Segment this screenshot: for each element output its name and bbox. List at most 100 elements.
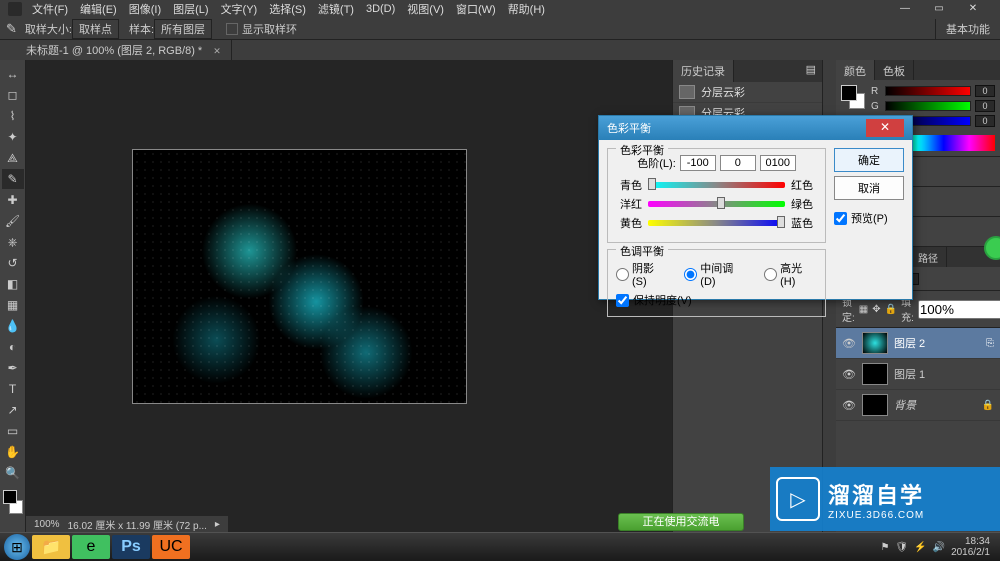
chevron-right-icon[interactable]: ▸: [215, 519, 220, 530]
layer-name[interactable]: 背景: [894, 397, 916, 413]
cyan-red-slider[interactable]: [648, 182, 785, 188]
layer-row[interactable]: 👁 图层 2 ⎘: [836, 328, 1000, 359]
pen-tool[interactable]: ✒: [2, 358, 24, 378]
menu-image[interactable]: 图像(I): [129, 1, 161, 17]
link-icon[interactable]: ⎘: [986, 338, 994, 349]
path-tool[interactable]: ↗: [2, 400, 24, 420]
document-tab[interactable]: 未标题-1 @ 100% (图层 2, RGB/8) * ✕: [16, 40, 232, 60]
layer-thumbnail[interactable]: [862, 394, 888, 416]
preserve-luminosity-checkbox[interactable]: [616, 294, 629, 307]
marquee-tool[interactable]: ◻: [2, 85, 24, 105]
maximize-icon[interactable]: ▭: [932, 3, 946, 16]
taskbar-browser[interactable]: e: [72, 535, 110, 559]
color-swatches[interactable]: [3, 490, 23, 514]
taskbar-uc[interactable]: UC: [152, 535, 190, 559]
gradient-tool[interactable]: ▦: [2, 295, 24, 315]
level-cyan-input[interactable]: [680, 155, 716, 171]
power-status-pill[interactable]: 正在使用交流电: [618, 513, 744, 531]
zoom-tool[interactable]: 🔍: [2, 463, 24, 483]
panel-menu-icon[interactable]: ▤: [800, 60, 822, 82]
tray-shield-icon[interactable]: 🛡: [895, 542, 908, 553]
layer-thumbnail[interactable]: [862, 363, 888, 385]
show-sample-checkbox[interactable]: [226, 23, 238, 35]
layer-name[interactable]: 图层 2: [894, 335, 925, 351]
dialog-close-button[interactable]: ✕: [866, 119, 904, 137]
visibility-icon[interactable]: 👁: [842, 368, 856, 381]
dodge-tool[interactable]: ◐: [2, 337, 24, 357]
level-magenta-input[interactable]: [720, 155, 756, 171]
stamp-tool[interactable]: ⎈: [2, 232, 24, 252]
zoom-level[interactable]: 100%: [34, 519, 60, 530]
menu-filter[interactable]: 滤镜(T): [318, 1, 354, 17]
heal-tool[interactable]: ✚: [2, 190, 24, 210]
dialog-titlebar[interactable]: 色彩平衡 ✕: [599, 116, 912, 140]
menu-file[interactable]: 文件(F): [32, 1, 68, 17]
menu-select[interactable]: 选择(S): [269, 1, 306, 17]
history-brush-tool[interactable]: ↺: [2, 253, 24, 273]
eyedropper-icon[interactable]: ✎: [6, 21, 17, 37]
swatches-tab[interactable]: 色板: [875, 60, 914, 80]
r-value[interactable]: 0: [975, 85, 995, 97]
highlights-radio[interactable]: 高光(H): [764, 260, 817, 288]
yellow-blue-slider[interactable]: [648, 220, 785, 226]
r-slider[interactable]: [885, 86, 971, 96]
midtones-radio[interactable]: 中间调(D): [684, 260, 748, 288]
cancel-button[interactable]: 取消: [834, 176, 904, 200]
sample-size-select[interactable]: 取样点: [72, 19, 119, 39]
menu-3d[interactable]: 3D(D): [366, 3, 395, 15]
fill-input[interactable]: [918, 300, 1000, 319]
menu-window[interactable]: 窗口(W): [456, 1, 496, 17]
workspace-selector[interactable]: 基本功能: [935, 19, 1000, 39]
foreground-swatch[interactable]: [3, 490, 17, 504]
menu-view[interactable]: 视图(V): [407, 1, 444, 17]
color-tab[interactable]: 颜色: [836, 60, 875, 80]
b-value[interactable]: 0: [975, 115, 995, 127]
eraser-tool[interactable]: ◧: [2, 274, 24, 294]
g-slider[interactable]: [885, 101, 971, 111]
wand-tool[interactable]: ✦: [2, 127, 24, 147]
history-tab[interactable]: 历史记录: [673, 60, 734, 82]
preserve-luminosity-label: 保持明度(V): [633, 292, 692, 308]
tray-flag-icon[interactable]: ⚑: [880, 542, 889, 553]
preview-checkbox[interactable]: [834, 212, 847, 225]
layer-name[interactable]: 图层 1: [894, 366, 925, 382]
ok-button[interactable]: 确定: [834, 148, 904, 172]
paths-tab[interactable]: 路径: [910, 247, 947, 267]
menu-help[interactable]: 帮助(H): [508, 1, 545, 17]
history-item[interactable]: 分层云彩: [673, 82, 822, 103]
magenta-green-slider[interactable]: [648, 201, 785, 207]
brush-tool[interactable]: 🖌: [2, 211, 24, 231]
move-tool[interactable]: ↔: [2, 64, 24, 84]
panel-fg-swatch[interactable]: [841, 85, 857, 101]
toolbox: ↔ ◻ ⌇ ✦ ⟁ ✎ ✚ 🖌 ⎈ ↺ ◧ ▦ 💧 ◐ ✒ T ↗ ▭ ✋ 🔍: [0, 60, 26, 532]
layer-thumbnail[interactable]: [862, 332, 888, 354]
type-tool[interactable]: T: [2, 379, 24, 399]
tray-network-icon[interactable]: ⚡: [914, 542, 926, 553]
shadows-radio[interactable]: 阴影(S): [616, 260, 668, 288]
sample-select[interactable]: 所有图层: [154, 19, 212, 39]
g-value[interactable]: 0: [975, 100, 995, 112]
layer-row[interactable]: 👁 图层 1: [836, 359, 1000, 390]
taskbar-explorer[interactable]: 📁: [32, 535, 70, 559]
shape-tool[interactable]: ▭: [2, 421, 24, 441]
close-tab-icon[interactable]: ✕: [213, 46, 221, 56]
menu-edit[interactable]: 编辑(E): [80, 1, 117, 17]
minimize-icon[interactable]: —: [898, 3, 912, 16]
canvas[interactable]: [132, 149, 467, 404]
layer-row[interactable]: 👁 背景 🔒: [836, 390, 1000, 421]
blur-tool[interactable]: 💧: [2, 316, 24, 336]
hand-tool[interactable]: ✋: [2, 442, 24, 462]
visibility-icon[interactable]: 👁: [842, 337, 856, 350]
menu-layer[interactable]: 图层(L): [173, 1, 208, 17]
tray-clock[interactable]: 18:34 2016/2/1: [951, 536, 990, 558]
visibility-icon[interactable]: 👁: [842, 399, 856, 412]
start-button[interactable]: ⊞: [4, 534, 30, 560]
tray-volume-icon[interactable]: 🔊: [933, 542, 945, 553]
taskbar-photoshop[interactable]: Ps: [112, 535, 150, 559]
eyedropper-tool[interactable]: ✎: [2, 169, 24, 189]
close-icon[interactable]: ✕: [966, 3, 980, 16]
menu-type[interactable]: 文字(Y): [221, 1, 258, 17]
level-yellow-input[interactable]: [760, 155, 796, 171]
crop-tool[interactable]: ⟁: [2, 148, 24, 168]
lasso-tool[interactable]: ⌇: [2, 106, 24, 126]
